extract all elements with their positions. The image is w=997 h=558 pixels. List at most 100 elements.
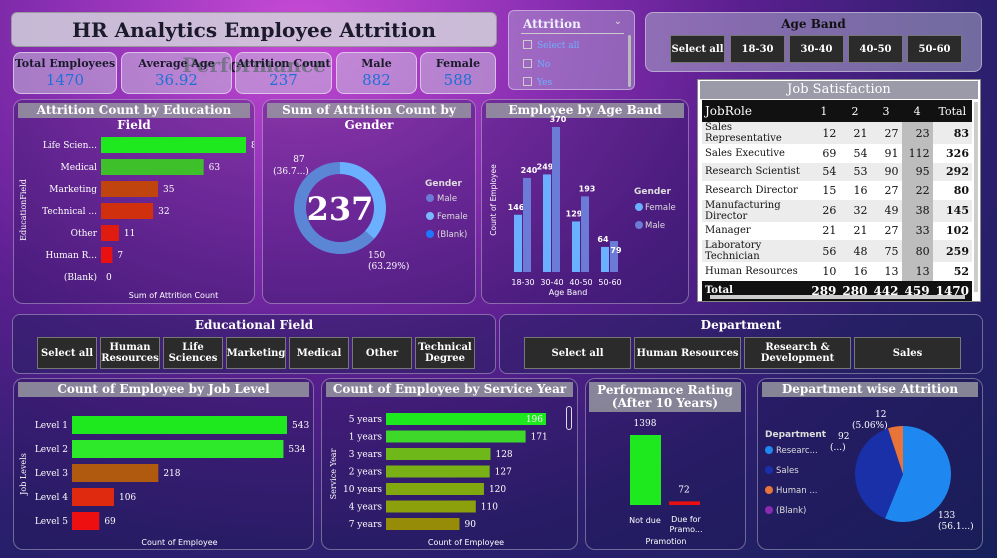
table-cell: 26 xyxy=(822,204,837,217)
education-technical-degree[interactable]: Technical Degree xyxy=(415,337,475,369)
table-row: Sales Executive 69 54 91 112 326 xyxy=(702,144,972,163)
education-life-sciences[interactable]: Life Sciences xyxy=(163,337,223,369)
table-header[interactable]: 3 xyxy=(870,100,901,122)
tick-label: 7 years xyxy=(349,520,383,530)
legend-label: Female xyxy=(645,203,676,213)
education-slicer: Educational Field Select all Human Resou… xyxy=(12,314,496,374)
table-cell: 23 xyxy=(901,122,933,144)
table-cell: 259 xyxy=(946,244,969,258)
legend-marker xyxy=(765,486,773,494)
table-cell: Sales Representative xyxy=(705,122,782,144)
job-satisfaction-table: JobRole 1 2 3 4 Total Sales Representative 12 2… xyxy=(702,100,972,301)
table-header[interactable]: JobRole xyxy=(702,100,808,122)
education-select-all[interactable]: Select all xyxy=(37,337,97,369)
tick-label: 40-50 xyxy=(569,278,592,287)
scrollbar[interactable] xyxy=(974,102,978,292)
department-human-resources[interactable]: Human Resources xyxy=(634,337,741,369)
tick-label: Level 1 xyxy=(35,421,68,431)
department-attrition-chart: 133(56.1...) 92(...) 12(5.06%) Department Re… xyxy=(765,410,974,532)
bar xyxy=(101,159,204,175)
bar xyxy=(72,416,287,434)
attrition-option-select-all[interactable]: Select all xyxy=(523,40,579,51)
department-sales[interactable]: Sales xyxy=(854,337,961,369)
bar xyxy=(386,500,476,513)
age-band-chart-panel: Employee by Age Band 146 240 18-30 249 370 30… xyxy=(481,99,689,304)
table-row: Research Director 15 16 27 22 80 xyxy=(702,181,972,200)
education-human-resources[interactable]: Human Resources xyxy=(100,337,160,369)
tick-label: Technical ... xyxy=(42,207,97,217)
table-header[interactable]: 1 xyxy=(808,100,839,122)
table-cell: 16 xyxy=(853,183,868,197)
tick-label: 50-60 xyxy=(598,278,621,287)
age-band-18-30[interactable]: 18-30 xyxy=(730,35,785,63)
table-cell: 112 xyxy=(901,144,933,163)
table-cell: 13 xyxy=(901,262,933,281)
department-select-all[interactable]: Select all xyxy=(524,337,631,369)
table-cell: 21 xyxy=(853,224,868,238)
data-label: 370 xyxy=(550,115,567,124)
scrollbar[interactable] xyxy=(566,406,572,430)
age-band-select-all[interactable]: Select all xyxy=(670,35,725,63)
table-cell: Manufacturing Director xyxy=(705,199,781,222)
education-other[interactable]: Other xyxy=(352,337,412,369)
table-cell: 33 xyxy=(901,221,933,240)
table-cell: Sales Executive xyxy=(705,147,785,159)
data-label: 72 xyxy=(678,485,689,495)
data-label: 249 xyxy=(537,162,554,171)
department-research-development[interactable]: Research & Development xyxy=(744,337,851,369)
tick-label: Level 3 xyxy=(35,469,68,479)
table-cell: 80 xyxy=(953,183,969,197)
tick-label: Level 5 xyxy=(35,517,68,527)
bar xyxy=(72,464,159,482)
data-label: 92 xyxy=(838,432,849,442)
data-label: 32 xyxy=(158,207,169,217)
table-cell: 75 xyxy=(884,244,899,258)
checkbox-icon[interactable] xyxy=(523,59,532,68)
data-label: 120 xyxy=(489,485,506,495)
attrition-option-no[interactable]: No xyxy=(523,59,550,70)
legend-marker xyxy=(765,506,773,514)
table-cell: 38 xyxy=(901,199,933,222)
tick-label: 5 years xyxy=(349,415,383,425)
chevron-down-icon[interactable]: ⌄ xyxy=(614,16,622,27)
education-medical[interactable]: Medical xyxy=(289,337,349,369)
tick-label: 2 years xyxy=(349,468,383,478)
table-header[interactable]: 4 xyxy=(902,100,933,122)
bar xyxy=(581,196,589,272)
table-cell: Laboratory Technician xyxy=(705,240,762,262)
education-marketing[interactable]: Marketing xyxy=(226,337,286,369)
table-row: Manager 21 21 27 33 102 xyxy=(702,221,972,240)
title-bar: HR Analytics Employee Attrition Performa… xyxy=(11,12,497,77)
age-band-slicer: Age Band Select all 18-30 30-40 40-50 50… xyxy=(645,12,982,72)
attrition-option-yes[interactable]: Yes xyxy=(523,77,552,88)
table-row: Human Resources 10 16 13 13 52 xyxy=(702,262,972,281)
bar xyxy=(101,225,119,241)
tick-label: (Blank) xyxy=(64,272,97,283)
kpi-average-age: Average Age 36.92 xyxy=(121,52,232,94)
job-satisfaction-title: Job Satisfaction xyxy=(700,81,978,99)
performance-chart: 1398 72 Not due Due forPramo... Pramotion xyxy=(629,419,702,546)
legend-label: (Blank) xyxy=(437,230,467,240)
y-axis-label: Count of Employee xyxy=(489,164,498,236)
scrollbar[interactable] xyxy=(710,295,965,299)
scrollbar[interactable] xyxy=(628,35,631,87)
tick-label: Life Scien... xyxy=(43,141,97,151)
legend-marker xyxy=(426,230,434,238)
table-header[interactable]: 2 xyxy=(839,100,870,122)
attrition-slicer-title: Attrition xyxy=(523,17,581,31)
data-label: 146 xyxy=(508,203,525,212)
data-label: 35 xyxy=(163,185,175,195)
table-cell: Human Resources xyxy=(705,265,798,277)
tick-label: Medical xyxy=(61,163,98,173)
job-satisfaction-panel: Job Satisfaction JobRole 1 2 3 4 Total Sales … xyxy=(697,79,981,302)
department-slicer-title: Department xyxy=(700,318,782,332)
data-label: 69 xyxy=(104,517,116,527)
age-band-40-50[interactable]: 40-50 xyxy=(848,35,903,63)
table-header[interactable]: Total xyxy=(933,100,972,122)
legend-label: Female xyxy=(437,212,468,222)
tick-label: Other xyxy=(71,229,98,239)
checkbox-icon[interactable] xyxy=(523,77,532,86)
age-band-50-60[interactable]: 50-60 xyxy=(907,35,962,63)
age-band-30-40[interactable]: 30-40 xyxy=(789,35,844,63)
checkbox-icon[interactable] xyxy=(523,40,532,49)
